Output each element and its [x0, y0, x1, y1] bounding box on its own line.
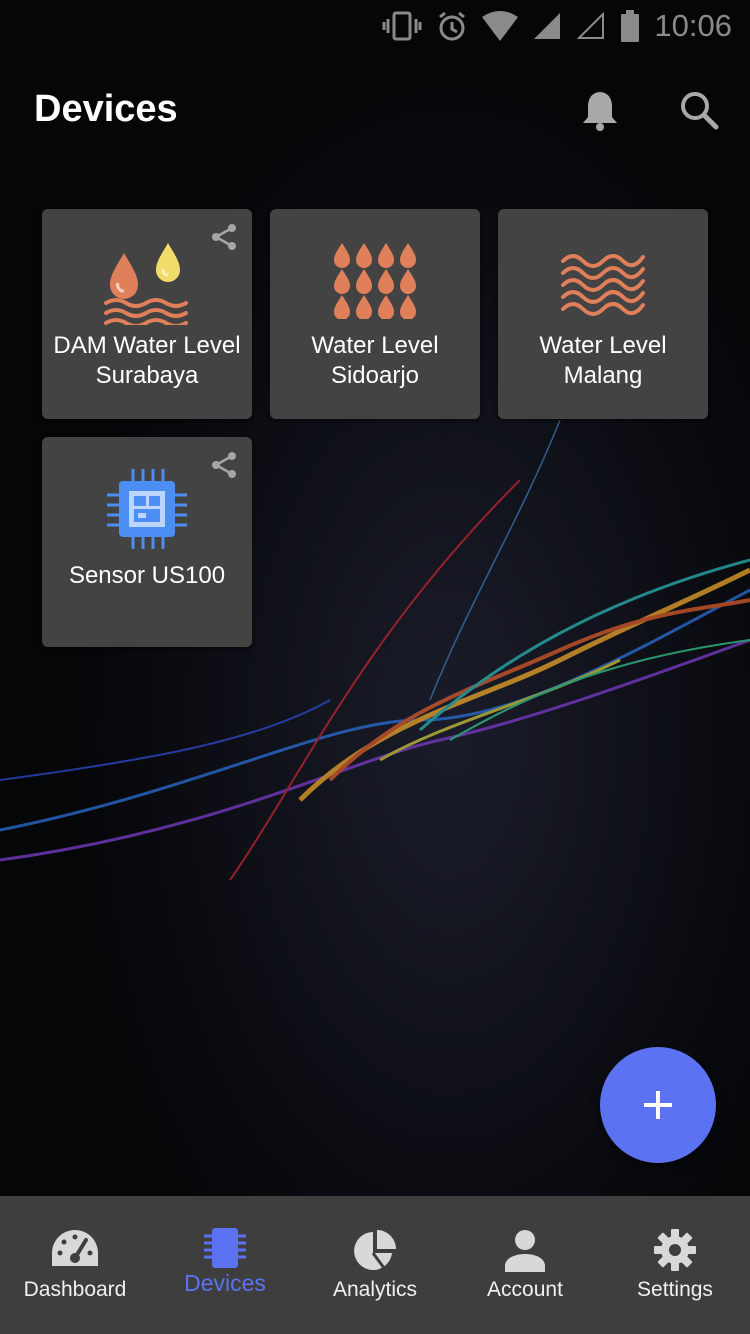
user-icon — [505, 1230, 545, 1272]
alarm-icon — [439, 11, 466, 41]
nav-item-account[interactable]: Account — [450, 1196, 600, 1334]
vibrate-icon — [382, 11, 422, 41]
signal-icon — [534, 13, 561, 39]
nav-item-devices[interactable]: Devices — [150, 1196, 300, 1334]
pie-chart-icon — [354, 1230, 396, 1270]
search-icon — [681, 92, 719, 130]
plus-icon — [644, 1091, 672, 1119]
nav-label: Account — [487, 1278, 563, 1301]
nav-label: Settings — [637, 1278, 713, 1301]
device-name: Sensor US100 — [68, 562, 226, 589]
signal-empty-icon — [577, 11, 605, 39]
page-title: Devices — [34, 88, 178, 130]
nav-label: Analytics — [332, 1278, 418, 1301]
add-device-button[interactable] — [600, 1047, 716, 1163]
nav-label: Dashboard — [23, 1278, 127, 1301]
battery-icon — [621, 10, 640, 42]
bottom-nav: Dashboard Devices Analytics Account Sett… — [0, 1196, 750, 1334]
device-tile[interactable]: Sensor US100 — [42, 437, 252, 647]
status-bar: 10:06 — [0, 0, 750, 50]
bell-icon — [583, 92, 617, 131]
nav-item-analytics[interactable]: Analytics — [300, 1196, 450, 1334]
search-button[interactable] — [673, 84, 725, 136]
device-name: Water Level Sidoarjo — [311, 332, 439, 389]
chip-icon — [107, 469, 187, 549]
share-icon[interactable] — [210, 223, 238, 251]
share-icon[interactable] — [210, 451, 238, 479]
nav-item-settings[interactable]: Settings — [600, 1196, 750, 1334]
device-tile[interactable]: Water Level Sidoarjo — [270, 209, 480, 419]
rain-drops-icon — [334, 243, 416, 319]
status-time: 10:06 — [654, 8, 732, 43]
nav-label: Devices — [184, 1270, 266, 1296]
wifi-icon — [482, 11, 519, 41]
device-name: Water Level Malang — [539, 332, 667, 389]
device-tile[interactable]: DAM Water Level Surabaya — [42, 209, 252, 419]
chip-icon — [204, 1228, 246, 1268]
gear-icon — [654, 1229, 696, 1271]
water-drops-waves-icon — [104, 243, 188, 325]
gauge-icon — [52, 1230, 98, 1266]
device-name: DAM Water Level Surabaya — [53, 332, 241, 389]
status-icons: 10:06 — [382, 6, 732, 46]
notifications-button[interactable] — [574, 84, 626, 136]
nav-item-dashboard[interactable]: Dashboard — [0, 1196, 150, 1334]
device-tile[interactable]: Water Level Malang — [498, 209, 708, 419]
waves-icon — [561, 254, 645, 316]
